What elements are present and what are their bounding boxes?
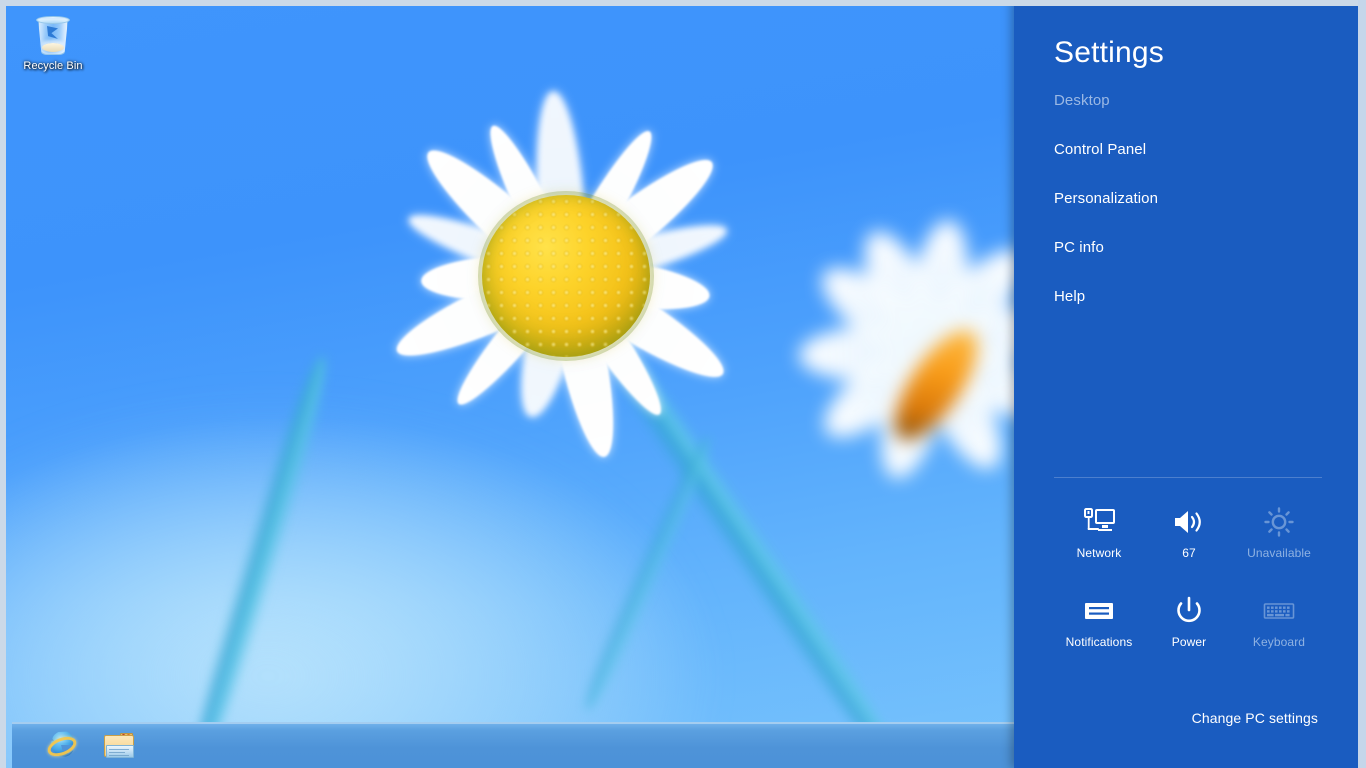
settings-charm-panel: Settings Desktop Control Panel Personali…: [1014, 0, 1358, 768]
volume-icon: [1172, 500, 1206, 544]
window-chrome-right: [1358, 0, 1366, 768]
desktop-icon-recycle-bin[interactable]: Recycle Bin: [14, 10, 92, 73]
screen: Recycle Bin Settings Desktop Control Pan…: [0, 0, 1366, 768]
settings-link-pc-info[interactable]: PC info: [1054, 239, 1358, 257]
quick-actions-grid: Network 67 Unavailable Notifications Pow…: [1054, 500, 1326, 678]
quick-action-label: Network: [1076, 546, 1122, 560]
foreground-daisy: [316, 66, 816, 486]
file-explorer-icon: [104, 732, 136, 760]
quick-action-volume[interactable]: 67: [1144, 500, 1234, 589]
recycle-bin-icon: [31, 12, 75, 58]
network-icon: [1082, 500, 1116, 544]
settings-links-list: Desktop Control Panel Personalization PC…: [1014, 70, 1358, 306]
change-pc-settings-link[interactable]: Change PC settings: [1192, 710, 1318, 726]
panel-title: Settings: [1054, 36, 1164, 69]
taskbar-button-file-explorer[interactable]: [102, 729, 138, 763]
brightness-icon: [1262, 500, 1296, 544]
internet-explorer-icon: [44, 731, 80, 761]
quick-action-brightness[interactable]: Unavailable: [1234, 500, 1324, 589]
quick-action-label: Keyboard: [1252, 635, 1306, 649]
settings-link-control-panel[interactable]: Control Panel: [1054, 141, 1358, 159]
quick-action-label: Notifications: [1065, 635, 1133, 649]
panel-divider: [1054, 477, 1322, 478]
keyboard-icon: [1262, 589, 1296, 633]
taskbar-button-internet-explorer[interactable]: [44, 729, 80, 763]
quick-action-power[interactable]: Power: [1144, 589, 1234, 678]
quick-action-label: Unavailable: [1247, 546, 1311, 560]
desktop-wallpaper[interactable]: Recycle Bin: [6, 6, 1015, 768]
quick-action-notifications[interactable]: Notifications: [1054, 589, 1144, 678]
power-icon: [1172, 589, 1206, 633]
notifications-icon: [1082, 589, 1116, 633]
quick-action-keyboard[interactable]: Keyboard: [1234, 589, 1324, 678]
taskbar[interactable]: [12, 722, 1015, 768]
settings-link-help[interactable]: Help: [1054, 288, 1358, 306]
settings-link-personalization[interactable]: Personalization: [1054, 190, 1358, 208]
settings-link-desktop[interactable]: Desktop: [1054, 92, 1358, 110]
quick-action-network[interactable]: Network: [1054, 500, 1144, 589]
window-chrome-left: [0, 0, 6, 768]
desktop-icon-label: Recycle Bin: [23, 60, 83, 72]
quick-action-label: Power: [1171, 635, 1207, 649]
quick-action-label: 67: [1182, 546, 1196, 560]
window-chrome-top: [0, 0, 1366, 6]
daisy-disc: [482, 195, 650, 357]
